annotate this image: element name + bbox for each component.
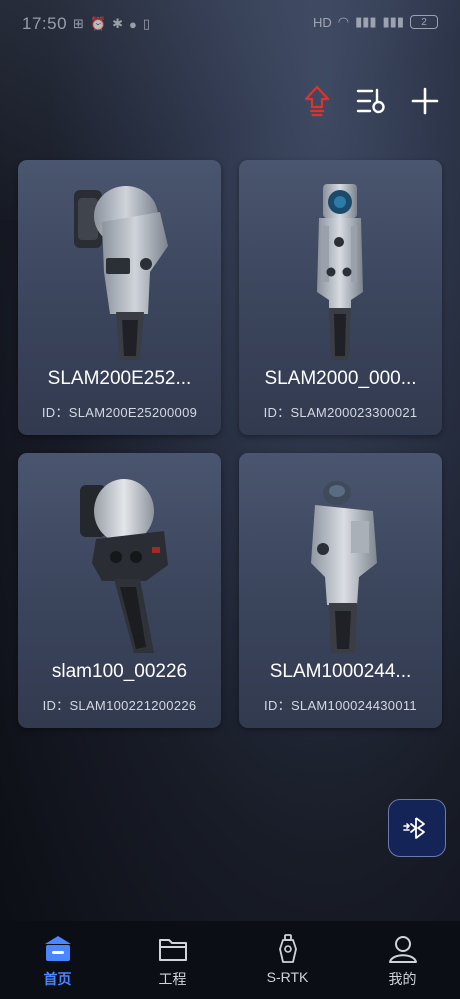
bottom-navigation: 首页 工程 S-RTK 我的 <box>0 921 460 999</box>
nav-srtk[interactable]: S-RTK <box>230 921 345 999</box>
device-name: slam100_00226 <box>51 661 188 682</box>
top-toolbar <box>300 84 442 118</box>
scanner-device-image <box>317 184 363 360</box>
status-icon-alarm: ⏰ <box>89 16 107 31</box>
status-icon-signal-2: ▮▮▮ <box>382 14 404 29</box>
device-name: SLAM2000_000... <box>264 368 417 389</box>
plus-icon <box>411 87 439 115</box>
add-device-button[interactable] <box>408 84 442 118</box>
nav-profile[interactable]: 我的 <box>345 921 460 999</box>
nav-projects[interactable]: 工程 <box>115 921 230 999</box>
scanner-device-image <box>311 481 377 653</box>
folder-icon <box>158 939 187 961</box>
device-id: ID：SLAM100024430011 <box>264 698 417 713</box>
scanner-device-image <box>80 479 168 653</box>
filter-list-button[interactable] <box>354 84 388 118</box>
nav-projects-label: 工程 <box>158 971 187 987</box>
status-right: HD ◠ ▮▮▮ ▮▮▮ 2 <box>313 14 438 30</box>
device-id: ID：SLAM200023300021 <box>263 405 418 420</box>
upgrade-button[interactable] <box>300 84 334 118</box>
status-icon-hd: HD <box>312 14 332 30</box>
list-filter-icon <box>356 88 385 114</box>
status-time: 17:50 <box>22 14 68 33</box>
status-icon-vibrate: ▯ <box>142 16 151 31</box>
device-card[interactable]: slam100_00226 ID：SLAM100221200226 <box>18 453 221 728</box>
home-icon <box>44 936 71 961</box>
device-grid: SLAM200E252... ID：SLAM200E25200009 SLAM2… <box>18 160 442 728</box>
status-bar: 17:50 ⊞ ⏰ ✱ ● ▯ HD ◠ ▮▮▮ ▮▮▮ 2 <box>0 0 460 50</box>
status-icon-grid: ⊞ <box>73 16 84 31</box>
scanner-device-image <box>74 186 168 360</box>
device-name: SLAM1000244... <box>269 661 412 682</box>
status-icon-bluetooth: ✱ <box>112 16 124 31</box>
device-id: ID：SLAM200E25200009 <box>41 405 198 420</box>
battery-icon: 2 <box>410 15 438 29</box>
bluetooth-connect-button[interactable] <box>388 799 446 857</box>
device-card[interactable]: SLAM200E252... ID：SLAM200E25200009 <box>18 160 221 435</box>
status-left: 17:50 ⊞ ⏰ ✱ ● ▯ <box>22 14 150 34</box>
upgrade-arrow-icon <box>304 85 330 117</box>
status-icon-wifi: ◠ <box>337 14 350 29</box>
user-icon <box>388 936 417 963</box>
device-id: ID：SLAM100221200226 <box>42 698 197 713</box>
nav-home-label: 首页 <box>43 971 72 987</box>
nav-profile-label: 我的 <box>388 971 417 987</box>
status-icon-signal-1: ▮▮▮ <box>355 14 377 29</box>
bluetooth-icon <box>403 817 425 839</box>
device-card[interactable]: SLAM2000_000... ID：SLAM200023300021 <box>239 160 442 435</box>
device-card[interactable]: SLAM1000244... ID：SLAM100024430011 <box>239 453 442 728</box>
device-name: SLAM200E252... <box>47 368 192 389</box>
status-icon-location: ● <box>129 16 137 32</box>
nav-srtk-label: S-RTK <box>266 969 309 985</box>
nav-home[interactable]: 首页 <box>0 921 115 999</box>
rtk-receiver-icon <box>278 934 297 963</box>
